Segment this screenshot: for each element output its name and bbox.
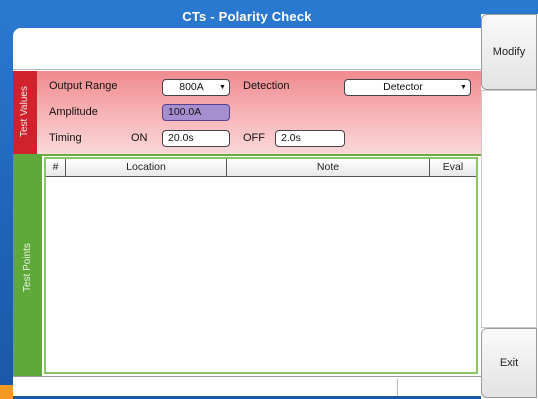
amplitude-value: 100.0A (168, 106, 202, 118)
test-points-table[interactable]: # Location Note Eval (44, 157, 478, 374)
amplitude-field[interactable]: 100.0A (162, 104, 230, 121)
status-bar (13, 376, 481, 396)
output-range-select[interactable]: 800A ▼ (162, 79, 230, 96)
blank-side-button (481, 90, 537, 328)
column-header-number[interactable]: # (46, 159, 66, 176)
corner-accent (0, 385, 13, 399)
timing-on-label: ON (131, 132, 148, 144)
header-blank-area (13, 28, 481, 70)
amplitude-label: Amplitude (49, 106, 98, 118)
timing-off-value: 2.0s (281, 132, 301, 144)
output-range-label: Output Range (49, 80, 118, 92)
test-points-tab-label: Test Points (22, 243, 33, 292)
exit-button[interactable]: Exit (481, 328, 537, 398)
column-header-location[interactable]: Location (66, 159, 227, 176)
timing-on-value: 20.0s (168, 132, 194, 144)
timing-label: Timing (49, 132, 82, 144)
tab-test-points[interactable]: Test Points (13, 154, 42, 376)
timing-on-field[interactable]: 20.0s (162, 130, 230, 147)
column-header-eval[interactable]: Eval (430, 159, 476, 176)
modify-button[interactable]: Modify (481, 14, 537, 90)
column-header-note[interactable]: Note (227, 159, 430, 176)
detection-label: Detection (243, 80, 290, 92)
table-header: # Location Note Eval (46, 159, 476, 177)
test-values-tab-label: Test Values (19, 86, 30, 137)
timing-off-label: OFF (243, 132, 265, 144)
tab-test-values[interactable]: Test Values (13, 71, 37, 154)
status-divider (397, 378, 398, 396)
output-range-value: 800A (179, 81, 204, 93)
chevron-down-icon: ▼ (219, 84, 226, 91)
detection-select[interactable]: Detector ▼ (344, 79, 471, 96)
chevron-down-icon: ▼ (460, 84, 467, 91)
detection-value: Detector (383, 81, 423, 93)
timing-off-field[interactable]: 2.0s (275, 130, 345, 147)
